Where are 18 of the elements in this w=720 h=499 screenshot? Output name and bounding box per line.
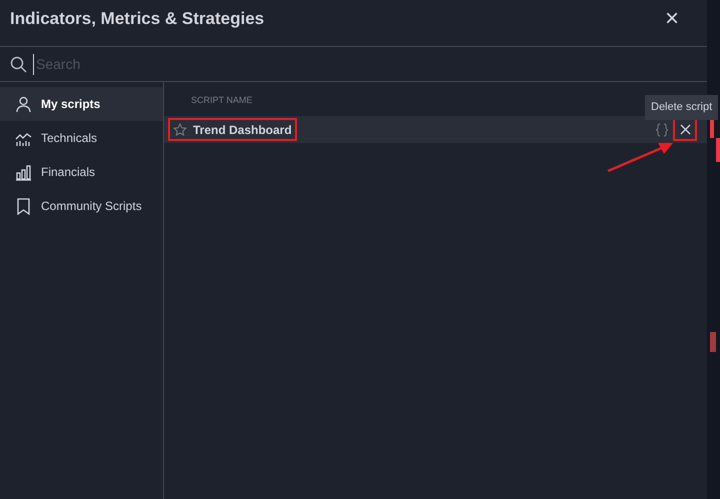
close-button[interactable]: × bbox=[664, 6, 679, 30]
sidebar-item[interactable]: Financials bbox=[0, 155, 163, 189]
sidebar-item[interactable]: Community Scripts bbox=[0, 189, 163, 223]
dialog-title: Indicators, Metrics & Strategies bbox=[10, 8, 264, 30]
tooltip: Delete script bbox=[645, 95, 718, 120]
close-icon bbox=[680, 124, 690, 135]
column-header: SCRIPT NAME bbox=[191, 94, 252, 107]
star-icon[interactable] bbox=[173, 122, 187, 136]
user-icon bbox=[15, 96, 32, 112]
script-row[interactable]: Trend Dashboard bbox=[164, 116, 707, 143]
sidebar-item[interactable]: My scripts bbox=[0, 87, 163, 121]
financials-icon bbox=[15, 164, 32, 180]
search-icon bbox=[10, 56, 27, 72]
script-name: Trend Dashboard bbox=[193, 122, 292, 138]
community-icon bbox=[15, 198, 32, 214]
annotation-arrow bbox=[606, 140, 674, 173]
sidebar-item[interactable]: Technicals bbox=[0, 121, 163, 155]
code-braces-icon[interactable] bbox=[655, 122, 669, 136]
